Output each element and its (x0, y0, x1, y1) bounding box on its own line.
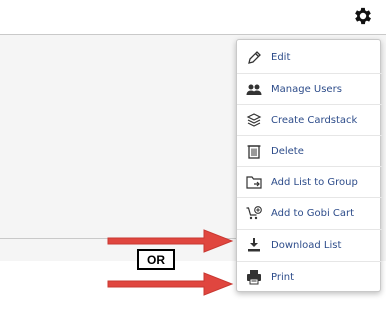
menu-item-print[interactable]: Print (237, 261, 382, 292)
folder-add-icon (246, 174, 262, 190)
menu-item-download-list[interactable]: Download List (237, 229, 382, 260)
menu-item-create-cardstack[interactable]: Create Cardstack (237, 104, 382, 135)
menu-item-label: Add List to Group (271, 176, 358, 188)
menu-item-manage-users[interactable]: Manage Users (237, 73, 382, 104)
menu-item-edit[interactable]: Edit (237, 42, 382, 73)
trash-icon (246, 143, 262, 159)
printer-icon (246, 269, 262, 285)
menu-item-delete[interactable]: Delete (237, 135, 382, 166)
annotation-arrow-print (107, 272, 234, 296)
gear-icon[interactable] (352, 5, 374, 27)
or-annotation-label: OR (137, 249, 175, 270)
menu-item-label: Edit (271, 52, 291, 63)
menu-item-add-list-to-group[interactable]: Add List to Group (237, 166, 382, 197)
menu-item-add-to-gobi-cart[interactable]: Add to Gobi Cart (237, 197, 382, 228)
menu-item-label: Create Cardstack (271, 114, 358, 126)
download-icon (246, 237, 262, 253)
cart-add-icon (246, 205, 262, 221)
actions-dropdown-menu: Edit Manage Users Create Cardstack Delet… (236, 39, 382, 292)
menu-item-label: Delete (271, 145, 304, 157)
menu-item-label: Manage Users (271, 83, 342, 95)
users-icon (246, 81, 262, 97)
pencil-icon (246, 50, 262, 66)
menu-item-label: Download List (271, 239, 342, 251)
menu-item-label: Add to Gobi Cart (271, 207, 355, 219)
cardstack-icon (246, 112, 262, 128)
menu-item-label: Print (271, 271, 295, 283)
